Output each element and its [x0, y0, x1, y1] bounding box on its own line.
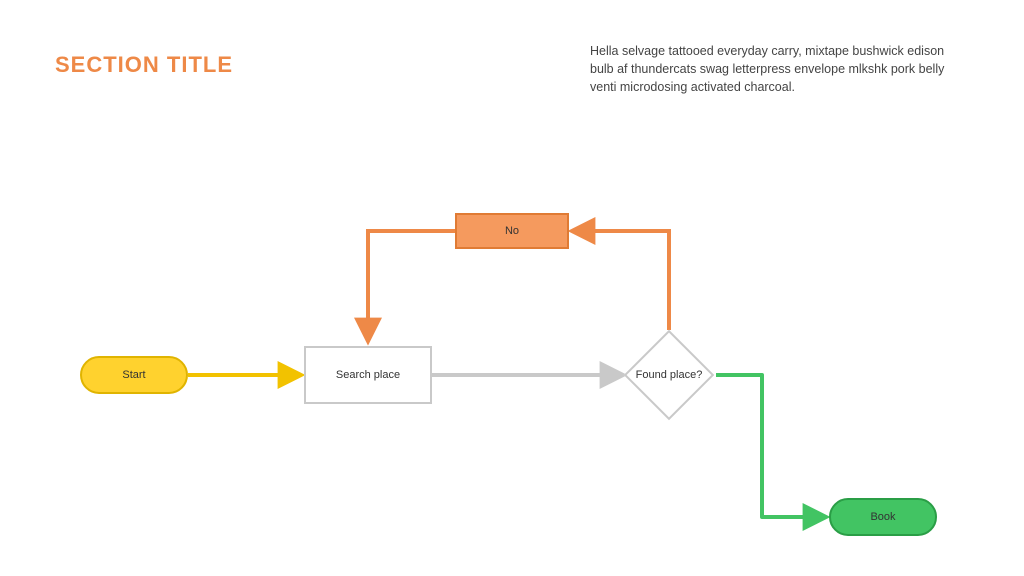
page-root: SECTION TITLE Hella selvage tattooed eve…	[0, 0, 1024, 576]
section-title: SECTION TITLE	[55, 52, 233, 78]
flow-node-label: Start	[122, 369, 145, 381]
flow-node-decision: Found place?	[625, 331, 713, 419]
flow-node-label: No	[505, 225, 519, 237]
flow-node-start: Start	[80, 356, 188, 394]
flow-node-book: Book	[829, 498, 937, 536]
section-description: Hella selvage tattooed everyday carry, m…	[590, 42, 955, 96]
flow-node-label: Search place	[336, 369, 400, 381]
flow-node-label: Found place?	[595, 331, 743, 419]
flow-node-search: Search place	[304, 346, 432, 404]
flow-node-label: Book	[870, 511, 895, 523]
flow-node-no: No	[455, 213, 569, 249]
